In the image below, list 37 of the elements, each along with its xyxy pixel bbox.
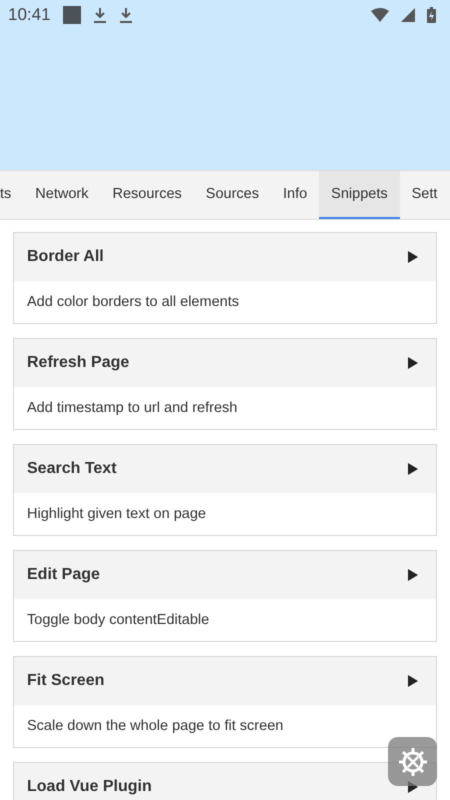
run-triangle-icon[interactable]	[408, 251, 418, 263]
battery-icon	[427, 7, 436, 23]
snippet-description: Add color borders to all elements	[27, 293, 239, 312]
snippet-header[interactable]: Refresh Page	[14, 339, 436, 387]
tab[interactable]: Resources	[100, 171, 194, 219]
snippet-header[interactable]: Load Vue Plugin	[14, 763, 436, 800]
snippet-description: Toggle body contentEditable	[27, 611, 210, 630]
snippet-header[interactable]: Search Text	[14, 445, 436, 493]
signal-icon	[401, 8, 415, 22]
settings-icon	[398, 746, 428, 776]
snippet-description: Add timestamp to url and refresh	[27, 399, 238, 418]
snippet-description: Highlight given text on page	[27, 505, 206, 524]
tab[interactable]: ts	[0, 171, 24, 219]
snippet-header[interactable]: Fit Screen	[14, 657, 436, 705]
run-triangle-icon[interactable]	[408, 675, 418, 687]
snippet-title: Edit Page	[27, 566, 100, 584]
notification-square-icon	[62, 6, 81, 24]
download-icon	[92, 7, 107, 23]
snippet-header[interactable]: Edit Page	[14, 551, 436, 599]
snippet-title: Fit Screen	[27, 672, 104, 690]
run-triangle-icon[interactable]	[408, 463, 418, 475]
run-triangle-icon[interactable]	[408, 569, 418, 581]
snippet-header[interactable]: Border All	[14, 233, 436, 281]
tab[interactable]: Snippets	[319, 171, 400, 219]
snippet-title: Border All	[27, 248, 104, 266]
tab[interactable]: Sett	[400, 171, 450, 219]
run-triangle-icon[interactable]	[408, 357, 418, 369]
download-icon	[118, 7, 133, 23]
status-time: 10:41	[8, 5, 51, 25]
snippet-description: Scale down the whole page to fit screen	[27, 717, 284, 736]
snippet-title: Load Vue Plugin	[27, 778, 152, 796]
tab[interactable]: Info	[270, 171, 320, 219]
tab[interactable]: Network	[23, 171, 100, 219]
wifi-icon	[371, 8, 389, 22]
tab[interactable]: Sources	[194, 171, 271, 219]
snippet-title: Refresh Page	[27, 354, 130, 372]
snippet-title: Search Text	[27, 460, 117, 478]
